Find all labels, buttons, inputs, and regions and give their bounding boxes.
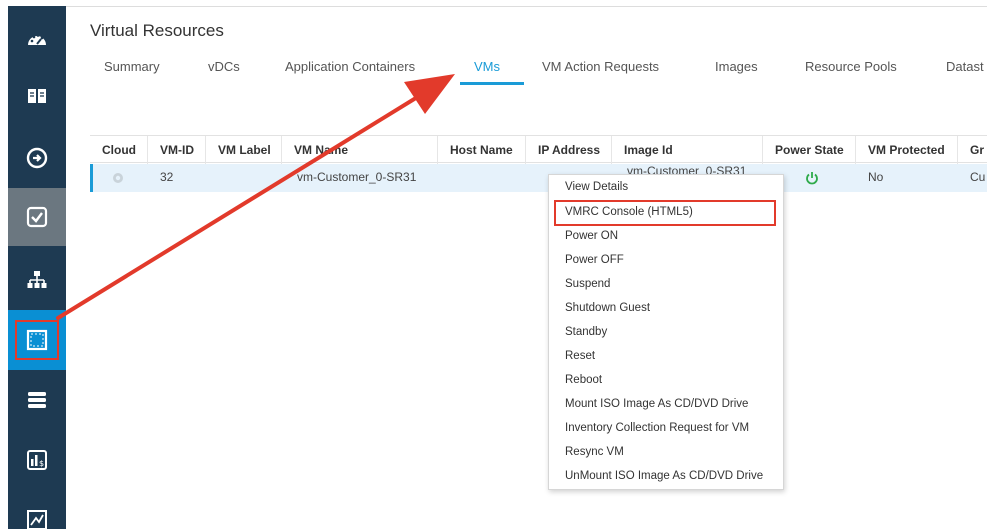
- col-vm-label[interactable]: VM Label: [206, 136, 282, 164]
- sidebar-item-virtual-resources[interactable]: [8, 310, 66, 370]
- col-vm-name[interactable]: VM Name: [282, 136, 438, 164]
- col-host-name[interactable]: Host Name: [438, 136, 526, 164]
- col-vm-id[interactable]: VM-ID: [148, 136, 206, 164]
- vm-protected-cell: No: [868, 170, 884, 184]
- tab-summary[interactable]: Summary: [104, 59, 160, 74]
- sidebar-item-physical-resources[interactable]: [8, 252, 66, 308]
- menu-item-reboot[interactable]: Reboot: [565, 374, 602, 386]
- col-power-state[interactable]: Power State: [763, 136, 856, 164]
- menu-item-unmount-iso[interactable]: UnMount ISO Image As CD/DVD Drive: [565, 470, 763, 482]
- svg-text:$: $: [39, 459, 44, 468]
- sidebar-item-reports[interactable]: [8, 492, 66, 529]
- menu-item-power-on[interactable]: Power ON: [565, 230, 618, 242]
- checkbox-icon: [26, 206, 48, 228]
- menu-item-inventory-collection[interactable]: Inventory Collection Request for VM: [565, 422, 749, 434]
- col-vm-protected[interactable]: VM Protected: [856, 136, 958, 164]
- main-content: Virtual Resources Summary vDCs Applicati…: [66, 6, 987, 529]
- policy-icon: [26, 147, 48, 169]
- tab-resource-pools[interactable]: Resource Pools: [805, 59, 897, 74]
- power-on-icon: [806, 172, 818, 185]
- tab-vdcs[interactable]: vDCs: [208, 59, 240, 74]
- vm-id-cell: 32: [160, 170, 174, 184]
- reports-icon: [27, 510, 47, 529]
- sidebar-item-chargeback[interactable]: $: [8, 432, 66, 488]
- active-tab-indicator: [460, 82, 524, 85]
- sidebar-item-approvals[interactable]: [8, 188, 66, 246]
- tab-vm-action-requests[interactable]: VM Action Requests: [542, 59, 659, 74]
- table-header: Cloud VM-ID VM Label VM Name Host Name I…: [90, 135, 987, 164]
- menu-item-suspend[interactable]: Suspend: [565, 278, 610, 290]
- sidebar-item-catalog[interactable]: [8, 68, 66, 124]
- server-stack-icon: [28, 392, 46, 408]
- page-title: Virtual Resources: [90, 21, 224, 40]
- table-row[interactable]: 32 vm-Customer_0-SR31 vm-Customer_0-SR31…: [90, 164, 987, 192]
- menu-item-shutdown-guest[interactable]: Shutdown Guest: [565, 302, 650, 314]
- sidebar-annotation-box: [15, 320, 59, 360]
- menu-item-reset[interactable]: Reset: [565, 350, 595, 362]
- tab-datastores[interactable]: Datast: [946, 59, 984, 74]
- vm-context-menu: View Details VMRC Console (HTML5) Power …: [548, 174, 784, 490]
- menu-item-standby[interactable]: Standby: [565, 326, 607, 338]
- sidebar-nav: $: [8, 6, 66, 529]
- tab-application-containers[interactable]: Application Containers: [285, 59, 415, 74]
- chargeback-icon: $: [27, 450, 47, 470]
- col-ip-address[interactable]: IP Address: [526, 136, 612, 164]
- sidebar-item-dashboard[interactable]: [8, 12, 66, 68]
- menu-item-mount-iso[interactable]: Mount ISO Image As CD/DVD Drive: [565, 398, 748, 410]
- power-state-cell: [805, 164, 819, 192]
- vm-name-cell: vm-Customer_0-SR31: [297, 170, 417, 184]
- tab-vms[interactable]: VMs: [474, 59, 500, 74]
- menu-item-power-off[interactable]: Power OFF: [565, 254, 624, 266]
- tab-bar: Summary vDCs Application Containers VMs …: [66, 59, 987, 91]
- tab-images[interactable]: Images: [715, 59, 758, 74]
- cloud-status-icon: [113, 173, 123, 183]
- menu-item-resync-vm[interactable]: Resync VM: [565, 446, 624, 458]
- sidebar-item-infrastructure[interactable]: [8, 372, 66, 428]
- col-group[interactable]: Gr: [958, 136, 987, 164]
- hierarchy-icon: [27, 271, 47, 288]
- menu-item-view-details[interactable]: View Details: [565, 181, 628, 193]
- book-icon: [28, 89, 46, 103]
- group-cell: Cu: [970, 170, 986, 184]
- sidebar-item-policies[interactable]: [8, 130, 66, 186]
- cloud-cell: [112, 164, 124, 192]
- col-cloud[interactable]: Cloud: [90, 136, 148, 164]
- dashboard-icon: [28, 34, 46, 45]
- menu-item-vmrc-console[interactable]: VMRC Console (HTML5): [565, 206, 693, 218]
